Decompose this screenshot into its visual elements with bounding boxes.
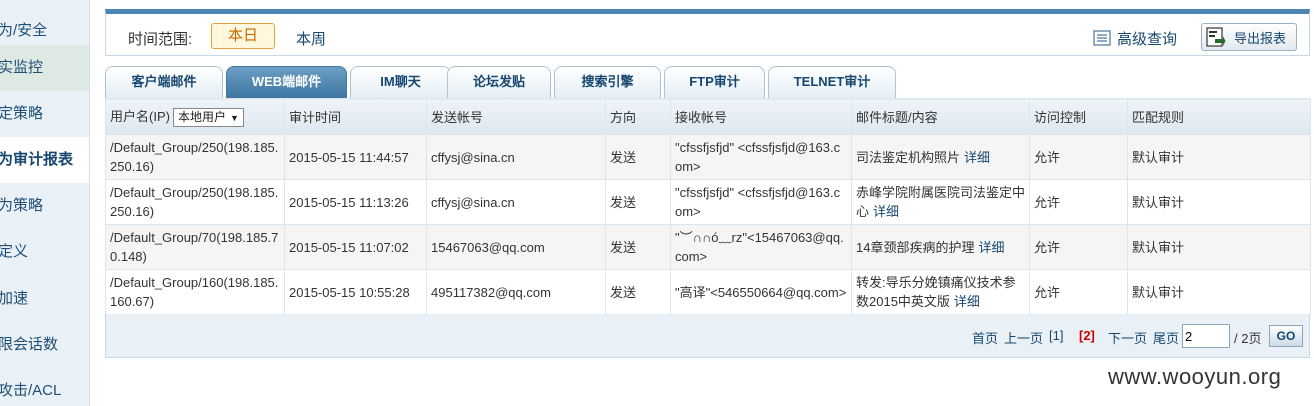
cell-receiver: "高译"<546550664@qq.com> — [670, 269, 852, 315]
tab-forum-post[interactable]: 论坛发贴 — [447, 66, 551, 98]
time-range-label: 时间范围: — [128, 31, 193, 48]
detail-link[interactable]: 详细 — [964, 150, 990, 165]
main-panel: 时间范围: 本日 本周 高级查询 导出报表 客户端邮件 WEB端邮件 IM聊天 — [105, 9, 1311, 358]
table-row: /Default_Group/160(198.185.160.67) 2015-… — [105, 269, 1311, 315]
column-header-user-label: 用户名(IP) — [110, 108, 170, 124]
cell-access: 允许 — [1029, 269, 1128, 315]
table-row: /Default_Group/250(198.185.250.16) 2015-… — [105, 134, 1311, 180]
tab-client-mail[interactable]: 客户端邮件 — [105, 66, 223, 98]
sidebar-item-acceleration[interactable]: 加速 — [0, 276, 89, 322]
cell-user: /Default_Group/160(198.185.160.67) — [105, 269, 285, 315]
list-icon — [1093, 30, 1111, 46]
cell-rule: 默认审计 — [1127, 224, 1311, 270]
page-1-link[interactable]: [1] — [1049, 328, 1063, 343]
advanced-query-button[interactable]: 高级查询 — [1093, 26, 1177, 50]
cell-subject: 司法鉴定机构照片 详细 — [851, 134, 1030, 180]
cell-rule: 默认审计 — [1127, 134, 1311, 180]
column-header-subject: 邮件标题/内容 — [851, 98, 1030, 135]
cell-receiver: "︶∩∩ó﹏rz"<15467063@qq.com> — [670, 224, 852, 270]
cell-rule: 默认审计 — [1127, 269, 1311, 315]
this-week-link[interactable]: 本周 — [296, 28, 326, 49]
sidebar-item-attack-acl[interactable]: 攻击/ACL — [0, 368, 89, 406]
detail-link[interactable]: 详细 — [978, 240, 1004, 255]
column-header-sender: 发送帐号 — [426, 98, 606, 135]
sidebar-item-policy[interactable]: 定策略 — [0, 91, 89, 137]
column-header-access: 访问控制 — [1029, 98, 1128, 135]
next-page-link[interactable]: 下一页 — [1108, 328, 1147, 347]
page-2-current: [2] — [1079, 328, 1095, 343]
user-type-select-value: 本地用户 — [177, 110, 226, 125]
total-pages-label: / 2页 — [1234, 331, 1262, 346]
cell-receiver: "cfssfjsfjd" <cfssfjsfjd@163.com> — [670, 179, 852, 225]
cell-user: /Default_Group/250(198.185.250.16) — [105, 179, 285, 225]
cell-subject: 赤峰学院附属医院司法鉴定中心 详细 — [851, 179, 1030, 225]
cell-direction: 发送 — [605, 134, 671, 180]
cell-access: 允许 — [1029, 179, 1128, 225]
sidebar-item-audit-report[interactable]: 为审计报表 — [0, 137, 89, 183]
prev-page-link[interactable]: 上一页 — [1004, 328, 1043, 347]
export-report-button[interactable]: 导出报表 — [1201, 23, 1297, 51]
table-row: /Default_Group/70(198.185.70.148) 2015-0… — [105, 224, 1311, 270]
advanced-query-label: 高级查询 — [1117, 30, 1178, 48]
first-page-link[interactable]: 首页 — [972, 328, 998, 347]
detail-link[interactable]: 详细 — [873, 204, 899, 219]
table-header-row: 用户名(IP) 本地用户 ▼ 审计时间 发送帐号 方向 接收帐号 邮件标题/内容 访… — [105, 98, 1311, 135]
subject-text: 司法鉴定机构照片 — [856, 149, 961, 165]
cell-subject: 转发:导乐分娩镇痛仪技术参数2015中英文版 详细 — [851, 269, 1030, 315]
today-button[interactable]: 本日 — [211, 23, 275, 49]
subject-text: 14章颈部疾病的护理 — [856, 239, 975, 255]
cell-time: 2015-05-15 10:55:28 — [284, 269, 427, 315]
table-row: /Default_Group/250(198.185.250.16) 2015-… — [105, 179, 1311, 225]
last-page-link[interactable]: 尾页 — [1153, 328, 1179, 347]
go-button[interactable]: GO — [1269, 325, 1303, 347]
cell-time: 2015-05-15 11:13:26 — [284, 179, 427, 225]
cell-access: 允许 — [1029, 134, 1128, 180]
tab-telnet-audit[interactable]: TELNET审计 — [768, 66, 896, 98]
tab-im-chat[interactable]: IM聊天 — [350, 66, 451, 98]
cell-rule: 默认审计 — [1127, 179, 1311, 225]
pagination-bar: 首页 上一页 [1] [2] 下一页 尾页 / 2页 GO — [105, 314, 1310, 358]
watermark: www.wooyun.org — [1108, 364, 1282, 389]
cell-direction: 发送 — [605, 269, 671, 315]
column-header-time: 审计时间 — [284, 98, 427, 135]
audit-table: 用户名(IP) 本地用户 ▼ 审计时间 发送帐号 方向 接收帐号 邮件标题/内容 访… — [105, 98, 1311, 315]
cell-direction: 发送 — [605, 224, 671, 270]
tab-search-engine[interactable]: 搜索引擎 — [554, 66, 661, 98]
cell-subject: 14章颈部疾病的护理 详细 — [851, 224, 1030, 270]
tab-ftp-audit[interactable]: FTP审计 — [664, 66, 765, 98]
export-icon — [1206, 27, 1226, 47]
user-type-select[interactable]: 本地用户 ▼ — [172, 108, 244, 128]
sidebar-item-realtime-monitor[interactable]: 实监控 — [0, 45, 89, 91]
tab-web-mail[interactable]: WEB端邮件 — [226, 66, 347, 98]
cell-direction: 发送 — [605, 179, 671, 225]
cell-sender: cffysj@sina.cn — [426, 134, 606, 180]
column-header-direction: 方向 — [605, 98, 671, 135]
export-report-label: 导出报表 — [1234, 30, 1287, 46]
cell-time: 2015-05-15 11:07:02 — [284, 224, 427, 270]
subject-text: 转发:导乐分娩镇痛仪技术参数2015中英文版 — [856, 275, 1016, 309]
time-range-bar: 时间范围: 本日 本周 高级查询 导出报表 — [105, 9, 1310, 56]
column-header-rule: 匹配规则 — [1127, 98, 1311, 135]
page-number-input[interactable] — [1182, 324, 1230, 348]
sidebar-item-session-limit[interactable]: 限会话数 — [0, 322, 89, 368]
sidebar-item-behavior-policy[interactable]: 为策略 — [0, 183, 89, 229]
cell-sender: 15467063@qq.com — [426, 224, 606, 270]
detail-link[interactable]: 详细 — [954, 294, 980, 309]
cell-receiver: "cfssfjsfjd" <cfssfjsfjd@163.com> — [670, 134, 852, 180]
column-header-user: 用户名(IP) 本地用户 ▼ — [105, 98, 285, 135]
sidebar: 为/安全 实监控 定策略 为审计报表 为策略 定义 加速 限会话数 攻击/ACL — [0, 0, 90, 406]
cell-sender: cffysj@sina.cn — [426, 179, 606, 225]
cell-access: 允许 — [1029, 224, 1128, 270]
cell-user: /Default_Group/70(198.185.70.148) — [105, 224, 285, 270]
sidebar-item-custom[interactable]: 定义 — [0, 229, 89, 275]
chevron-down-icon: ▼ — [229, 113, 239, 124]
cell-time: 2015-05-15 11:44:57 — [284, 134, 427, 180]
cell-sender: 495117382@qq.com — [426, 269, 606, 315]
column-header-receiver: 接收帐号 — [670, 98, 852, 135]
cell-user: /Default_Group/250(198.185.250.16) — [105, 134, 285, 180]
audit-tabs: 客户端邮件 WEB端邮件 IM聊天 论坛发贴 搜索引擎 FTP审计 TELNET… — [105, 66, 1310, 98]
